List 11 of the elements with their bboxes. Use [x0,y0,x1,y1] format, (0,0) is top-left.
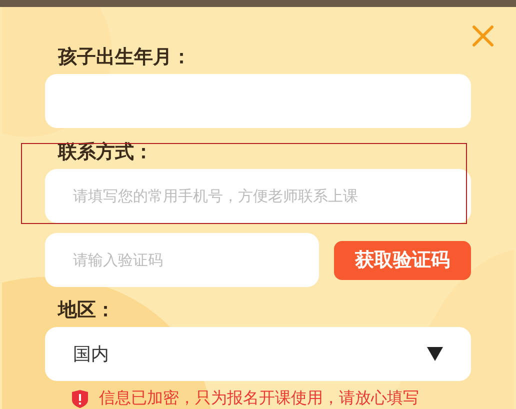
get-code-button[interactable]: 获取验证码 [334,240,471,280]
close-icon[interactable] [472,25,494,47]
input-field[interactable]: 请填写您的常用手机号，方便老师联系上课 [45,169,471,223]
input-field[interactable]: 请输入验证码 [45,233,319,287]
input-field[interactable] [45,74,471,128]
dropdown-triangle-icon [427,347,443,361]
privacy-notice: 信息已加密，只为报名开课使用，请放心填写 [99,388,419,409]
field-label: 孩子出生年月： [56,46,191,68]
shield-alert-icon [71,390,89,408]
field-label: 地区： [56,299,115,321]
region-select[interactable]: 国内 [45,327,471,381]
